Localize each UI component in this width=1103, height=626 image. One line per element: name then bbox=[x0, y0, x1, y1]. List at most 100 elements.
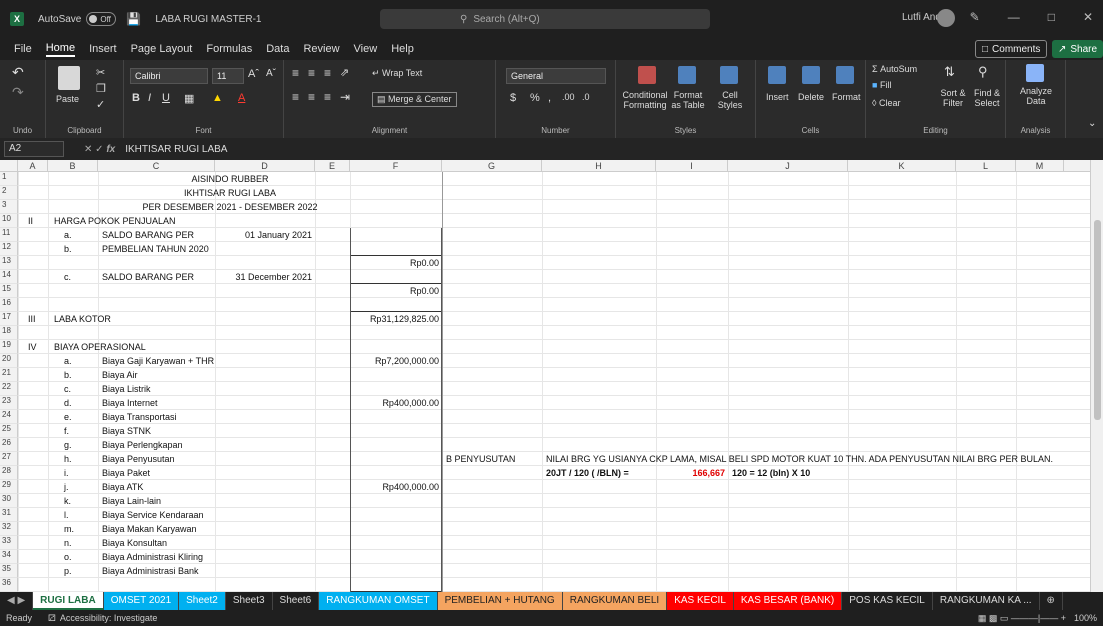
column-header[interactable]: K bbox=[848, 160, 956, 172]
row-header[interactable]: 13 bbox=[0, 256, 18, 270]
column-header[interactable]: G bbox=[442, 160, 542, 172]
column-header[interactable]: L bbox=[956, 160, 1016, 172]
sheet-tab[interactable]: Sheet6 bbox=[272, 592, 320, 610]
insert-button[interactable]: Insert bbox=[766, 92, 789, 102]
fx-icon[interactable]: ✕ ✓ fx bbox=[84, 144, 115, 155]
column-header[interactable]: A bbox=[18, 160, 48, 172]
column-header[interactable]: B bbox=[48, 160, 98, 172]
cell[interactable]: Biaya Perlengkapan bbox=[102, 440, 183, 451]
sheet-tab[interactable]: RANGKUMAN KA ... bbox=[932, 592, 1040, 610]
menu-data[interactable]: Data bbox=[266, 43, 289, 55]
vertical-scrollbar[interactable] bbox=[1090, 160, 1103, 592]
bottom-align-icon[interactable]: ≡ bbox=[324, 66, 331, 80]
find-select-button[interactable]: Find & Select bbox=[970, 88, 1004, 108]
row-header[interactable]: 34 bbox=[0, 550, 18, 564]
row-header[interactable]: 16 bbox=[0, 298, 18, 312]
menu-insert[interactable]: Insert bbox=[89, 43, 117, 55]
delete-button[interactable]: Delete bbox=[798, 92, 824, 102]
save-icon[interactable]: 💾 bbox=[126, 12, 141, 26]
row-header[interactable]: 30 bbox=[0, 494, 18, 508]
cell[interactable]: b. bbox=[64, 370, 72, 381]
cell[interactable]: 20JT / 120 ( /BLN) = bbox=[546, 468, 629, 479]
add-sheet-icon[interactable]: ⊕ bbox=[1040, 592, 1063, 610]
sheet-tab[interactable]: Sheet2 bbox=[179, 592, 226, 610]
row-header[interactable]: 33 bbox=[0, 536, 18, 550]
cell[interactable]: Biaya Paket bbox=[102, 468, 150, 479]
cell[interactable]: Biaya Air bbox=[102, 370, 138, 381]
tab-scroll-icon[interactable]: ◀ ▶ bbox=[0, 592, 34, 610]
cell[interactable]: HARGA POKOK PENJUALAN bbox=[54, 216, 176, 227]
font-size-select[interactable]: 11 bbox=[212, 68, 244, 84]
row-header[interactable]: 2 bbox=[0, 186, 18, 200]
autosave-toggle[interactable]: Off bbox=[86, 12, 117, 26]
comments-button[interactable]: □ Comments bbox=[975, 40, 1048, 58]
cell[interactable]: f. bbox=[64, 426, 69, 437]
column-header[interactable]: F bbox=[350, 160, 442, 172]
cell[interactable]: Biaya ATK bbox=[102, 482, 143, 493]
wrap-text-button[interactable]: ↵ Wrap Text bbox=[372, 68, 422, 79]
cell[interactable]: Biaya Administrasi Bank bbox=[102, 566, 199, 577]
cell[interactable]: Biaya Penyusutan bbox=[102, 454, 175, 465]
menu-formulas[interactable]: Formulas bbox=[206, 43, 252, 55]
row-header[interactable]: 26 bbox=[0, 438, 18, 452]
menu-file[interactable]: File bbox=[14, 43, 32, 55]
row-header[interactable]: 18 bbox=[0, 326, 18, 340]
underline-icon[interactable]: U bbox=[162, 92, 170, 104]
close-icon[interactable]: ✕ bbox=[1083, 10, 1093, 24]
share-button[interactable]: ↗ Share bbox=[1052, 40, 1103, 58]
cell[interactable]: 120 = 12 (bln) X 10 bbox=[732, 468, 810, 479]
sheet-tab[interactable]: RANGKUMAN OMSET bbox=[319, 592, 438, 610]
row-header[interactable]: 22 bbox=[0, 382, 18, 396]
column-header[interactable]: E bbox=[315, 160, 350, 172]
cell[interactable]: c. bbox=[64, 272, 71, 283]
top-align-icon[interactable]: ≡ bbox=[292, 66, 299, 80]
comma-icon[interactable]: , bbox=[548, 92, 551, 104]
row-header[interactable]: 14 bbox=[0, 270, 18, 284]
formula-input[interactable]: IKHTISAR RUGI LABA bbox=[125, 144, 227, 155]
sheet-tab[interactable]: KAS BESAR (BANK) bbox=[733, 592, 843, 610]
analyze-data-button[interactable]: Analyze Data bbox=[1014, 86, 1058, 106]
row-header[interactable]: 21 bbox=[0, 368, 18, 382]
cell[interactable]: h. bbox=[64, 454, 72, 465]
restore-icon[interactable]: □ bbox=[1048, 10, 1055, 24]
company-title-cell[interactable]: AISINDO RUBBER bbox=[18, 174, 442, 185]
avatar[interactable] bbox=[937, 9, 955, 27]
orientation-icon[interactable]: ⇗ bbox=[340, 66, 349, 79]
cell[interactable]: III bbox=[28, 314, 36, 325]
select-all-corner[interactable] bbox=[0, 160, 18, 172]
sheet-tab[interactable]: OMSET 2021 bbox=[103, 592, 180, 610]
cell[interactable]: b. bbox=[64, 244, 72, 255]
cell[interactable]: g. bbox=[64, 440, 72, 451]
zoom-level[interactable]: 100% bbox=[1074, 613, 1097, 623]
row-header[interactable]: 25 bbox=[0, 424, 18, 438]
sheet-tab[interactable]: RANGKUMAN BELI bbox=[562, 592, 668, 610]
zoom-slider[interactable]: ▦ ▩ ▭ ———|—— + bbox=[978, 613, 1066, 624]
cell[interactable]: e. bbox=[64, 412, 72, 423]
cell[interactable]: 31 December 2021 bbox=[215, 272, 312, 283]
sort-filter-button[interactable]: Sort & Filter bbox=[936, 88, 970, 108]
format-as-table-button[interactable]: Format as Table bbox=[668, 90, 708, 110]
column-header[interactable]: J bbox=[728, 160, 848, 172]
align-right-icon[interactable]: ≡ bbox=[324, 90, 331, 104]
column-header[interactable]: M bbox=[1016, 160, 1064, 172]
cell[interactable]: a. bbox=[64, 230, 72, 241]
redo-icon[interactable]: ↷ bbox=[12, 84, 24, 101]
row-header[interactable]: 35 bbox=[0, 564, 18, 578]
row-header[interactable]: 1 bbox=[0, 172, 18, 186]
cell[interactable]: l. bbox=[64, 510, 69, 521]
cell[interactable]: m. bbox=[64, 524, 74, 535]
row-header[interactable]: 3 bbox=[0, 200, 18, 214]
document-title[interactable]: LABA RUGI MASTER-1 bbox=[155, 14, 261, 25]
cell[interactable]: j. bbox=[64, 482, 69, 493]
cell[interactable]: Biaya Internet bbox=[102, 398, 158, 409]
cell[interactable]: Biaya Lain-lain bbox=[102, 496, 161, 507]
spreadsheet-grid[interactable]: ABCDEFGHIJKLM 1 2 3 10 11 12 13 14 15 16 17 18 19 20 2… bbox=[0, 160, 1090, 592]
sheet-tab[interactable]: Sheet3 bbox=[225, 592, 273, 610]
menu-page-layout[interactable]: Page Layout bbox=[131, 43, 193, 55]
menu-review[interactable]: Review bbox=[303, 43, 339, 55]
sheet-tab[interactable]: PEMBELIAN + HUTANG bbox=[437, 592, 563, 610]
cell[interactable]: Biaya Makan Karyawan bbox=[102, 524, 197, 535]
fill-button[interactable]: ■ Fill bbox=[872, 80, 891, 90]
cell[interactable]: IV bbox=[28, 342, 37, 353]
row-header[interactable]: 17 bbox=[0, 312, 18, 326]
